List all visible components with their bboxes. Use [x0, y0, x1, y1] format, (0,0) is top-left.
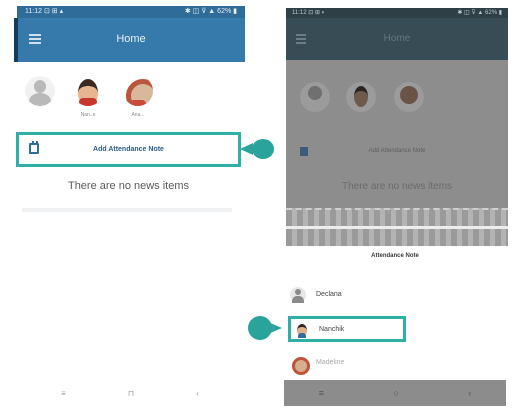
recent-apps-icon[interactable]: ≡ [319, 388, 324, 398]
add-attendance-note-button: Add Attendance Note [294, 138, 500, 166]
pointer-dot [252, 139, 274, 159]
tutorial-pointer-1 [240, 139, 274, 159]
add-attendance-note-label: Add Attendance Note [93, 146, 164, 153]
recent-apps-icon[interactable]: ≡ [61, 389, 66, 398]
girl-avatar-icon [290, 355, 310, 375]
sheet-title: Attendance Note [371, 253, 419, 259]
add-attendance-note-button[interactable]: Add Attendance Note [16, 132, 241, 167]
back-icon[interactable]: ‹ [196, 389, 199, 398]
status-right: ✱ ◫ ⊽ ▲ 62% ▮ [457, 10, 502, 16]
default-avatar-icon [25, 76, 55, 106]
children-avatar-row: Nan..e Ana... [20, 76, 170, 124]
right-screen: 11:12 ⊡ ⊞ ◐ ✱ ◫ ⊽ ▲ 62% ▮ Home Add Atten… [280, 0, 512, 409]
torn-edge [286, 208, 508, 246]
divider [22, 208, 232, 212]
status-left: 11:12 ⊡ ⊞ ▴ [25, 8, 64, 15]
status-right: ✱ ◫ ⊽ ▲ 62% ▮ [184, 8, 237, 15]
tutorial-pointer-2 [248, 316, 284, 340]
girl-avatar-icon [123, 76, 153, 106]
nav-bar: ≡ ⊓ ‹ [30, 386, 230, 400]
add-attendance-note-label: Add Attendance Note [368, 148, 426, 154]
child-avatar-2[interactable]: Nan..e [68, 76, 108, 118]
app-bar-title: Home [116, 33, 146, 45]
default-avatar-icon [300, 82, 330, 112]
boy-avatar-icon [294, 322, 310, 338]
left-screen: 11:12 ⊡ ⊞ ▴ ✱ ◫ ⊽ ▲ 62% ▮ Home Nan..e An… [0, 0, 262, 409]
app-bar: Home [14, 18, 245, 62]
child-name: Madeline [316, 359, 345, 366]
list-item-selected[interactable]: Nanchik [288, 316, 406, 342]
empty-news-message: There are no news items [67, 180, 190, 192]
empty-news-message: There are no news items [341, 181, 453, 192]
list-item[interactable]: Declana [288, 284, 488, 306]
child-name: Ana... [131, 112, 145, 118]
child-avatar-1[interactable] [20, 76, 60, 112]
home-icon[interactable]: ○ [393, 388, 398, 398]
boy-avatar-icon [73, 76, 103, 106]
default-avatar-icon [290, 287, 306, 303]
child-avatar-3[interactable]: Ana... [118, 76, 158, 118]
status-bar: 11:12 ⊡ ⊞ ▴ ✱ ◫ ⊽ ▲ 62% ▮ [17, 6, 245, 18]
dimmed-home-screen: 11:12 ⊡ ⊞ ◐ ✱ ◫ ⊽ ▲ 62% ▮ Home Add Atten… [286, 8, 508, 210]
girl-avatar-icon [394, 82, 424, 112]
nav-bar: ≡ ○ ‹ [284, 380, 506, 406]
child-name: Declana [316, 291, 342, 298]
app-bar: Home [286, 18, 508, 60]
status-bar: 11:12 ⊡ ⊞ ◐ ✱ ◫ ⊽ ▲ 62% ▮ [286, 8, 508, 18]
child-name: Nan..e [80, 112, 96, 118]
pointer-arrow [268, 322, 282, 334]
list-item[interactable]: Madeline [288, 352, 488, 375]
home-icon[interactable]: ⊓ [128, 389, 134, 398]
status-left: 11:12 ⊡ ⊞ ◐ [292, 10, 326, 16]
back-icon[interactable]: ‹ [468, 388, 471, 398]
children-avatar-row [300, 82, 430, 118]
boy-avatar-icon [346, 82, 376, 112]
child-name: Nanchik [319, 326, 345, 333]
app-bar-title: Home [383, 33, 411, 44]
